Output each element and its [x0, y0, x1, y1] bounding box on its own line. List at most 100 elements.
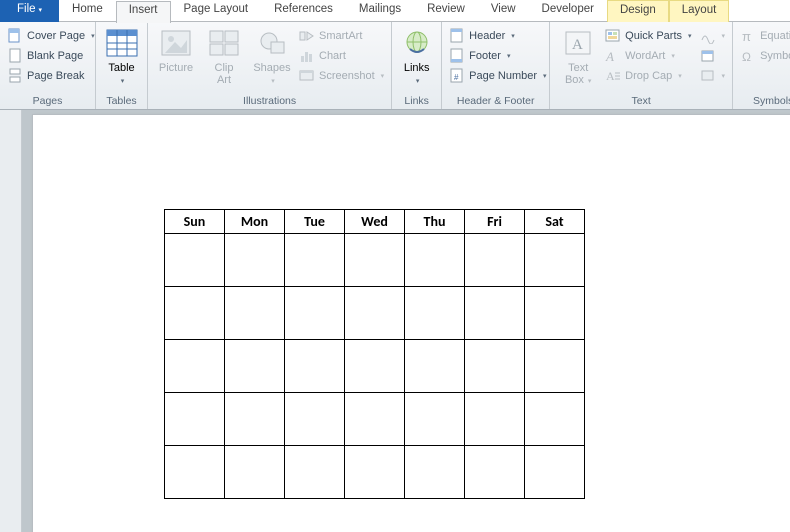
shapes-icon — [255, 26, 289, 60]
tab-design[interactable]: Design — [607, 0, 669, 22]
calendar-cell[interactable] — [165, 340, 225, 393]
calendar-cell[interactable] — [345, 234, 405, 287]
calendar-cell[interactable] — [405, 446, 465, 499]
wordart-button[interactable]: A WordArt▾ — [602, 46, 694, 66]
cover-page-icon — [7, 28, 23, 44]
signature-icon — [700, 28, 716, 44]
footer-button[interactable]: Footer▾ — [446, 46, 549, 66]
calendar-cell[interactable] — [405, 340, 465, 393]
tab-developer[interactable]: Developer — [529, 0, 607, 22]
calendar-cell[interactable] — [285, 340, 345, 393]
links-icon — [400, 26, 434, 60]
calendar-header-cell: Fri — [465, 210, 525, 234]
page-break-button[interactable]: Page Break — [4, 66, 98, 86]
screenshot-button[interactable]: Screenshot▾ — [296, 66, 387, 86]
calendar-cell[interactable] — [225, 340, 285, 393]
calendar-cell[interactable] — [165, 393, 225, 446]
calendar-cell[interactable] — [285, 393, 345, 446]
calendar-cell[interactable] — [225, 234, 285, 287]
calendar-cell[interactable] — [465, 234, 525, 287]
vertical-ruler — [0, 110, 22, 532]
calendar-row — [165, 234, 585, 287]
header-button[interactable]: Header▾ — [446, 26, 549, 46]
table-button[interactable]: Table▾ — [100, 24, 143, 94]
calendar-cell[interactable] — [165, 234, 225, 287]
calendar-cell[interactable] — [405, 393, 465, 446]
tab-layout[interactable]: Layout — [669, 0, 730, 22]
calendar-cell[interactable] — [285, 287, 345, 340]
calendar-cell[interactable] — [345, 446, 405, 499]
calendar-cell[interactable] — [525, 393, 585, 446]
tab-home[interactable]: Home — [59, 0, 116, 22]
pagenumber-icon: # — [449, 68, 465, 84]
calendar-header-cell: Mon — [225, 210, 285, 234]
cover-page-button[interactable]: Cover Page▾ — [4, 26, 98, 46]
calendar-cell[interactable] — [465, 446, 525, 499]
picture-icon — [159, 26, 193, 60]
tab-references[interactable]: References — [261, 0, 346, 22]
pagenumber-button[interactable]: # Page Number▾ — [446, 66, 549, 86]
links-button[interactable]: Links▾ — [396, 24, 437, 94]
page-area[interactable]: SunMonTueWedThuFriSat — [22, 110, 790, 532]
tab-insert[interactable]: Insert — [116, 1, 171, 23]
equation-button[interactable]: π Equation — [737, 26, 790, 46]
document-page[interactable]: SunMonTueWedThuFriSat — [32, 114, 790, 532]
calendar-cell[interactable] — [345, 340, 405, 393]
tab-mailings[interactable]: Mailings — [346, 0, 414, 22]
calendar-table[interactable]: SunMonTueWedThuFriSat — [164, 209, 585, 499]
quickparts-label: Quick Parts — [625, 30, 682, 42]
picture-button[interactable]: Picture — [152, 24, 200, 94]
symbol-button[interactable]: Ω Symbol▾ — [737, 46, 790, 66]
textbox-label: Text Box — [565, 62, 588, 86]
shapes-button[interactable]: Shapes▾ — [248, 24, 296, 94]
calendar-cell[interactable] — [525, 446, 585, 499]
calendar-cell[interactable] — [525, 287, 585, 340]
calendar-cell[interactable] — [405, 234, 465, 287]
tab-review[interactable]: Review — [414, 0, 478, 22]
object-button[interactable]: ▾ — [697, 66, 729, 86]
calendar-cell[interactable] — [465, 340, 525, 393]
textbox-icon: A — [561, 26, 595, 60]
tab-view[interactable]: View — [478, 0, 529, 22]
signature-button[interactable]: ▾ — [697, 26, 729, 46]
group-tables: Table▾ Tables — [96, 22, 148, 109]
calendar-cell[interactable] — [225, 287, 285, 340]
calendar-header-cell: Sun — [165, 210, 225, 234]
dropcap-button[interactable]: A Drop Cap▾ — [602, 66, 694, 86]
smartart-button[interactable]: SmartArt — [296, 26, 387, 46]
tab-file[interactable]: File▾ — [0, 0, 59, 22]
calendar-cell[interactable] — [225, 393, 285, 446]
svg-text:Ω: Ω — [742, 50, 751, 64]
textbox-button[interactable]: A Text Box ▾ — [554, 24, 602, 94]
calendar-row — [165, 393, 585, 446]
quickparts-button[interactable]: Quick Parts▾ — [602, 26, 694, 46]
calendar-cell[interactable] — [345, 287, 405, 340]
calendar-cell[interactable] — [405, 287, 465, 340]
calendar-header-cell: Wed — [345, 210, 405, 234]
calendar-cell[interactable] — [285, 234, 345, 287]
calendar-cell[interactable] — [225, 446, 285, 499]
calendar-cell[interactable] — [465, 287, 525, 340]
calendar-cell[interactable] — [525, 234, 585, 287]
calendar-row — [165, 446, 585, 499]
group-links: Links▾ Links — [392, 22, 442, 109]
calendar-cell[interactable] — [165, 287, 225, 340]
pagenumber-label: Page Number — [469, 70, 537, 82]
tab-pagelayout[interactable]: Page Layout — [171, 0, 262, 22]
calendar-cell[interactable] — [525, 340, 585, 393]
smartart-icon — [299, 28, 315, 44]
blank-page-button[interactable]: Blank Page — [4, 46, 98, 66]
calendar-cell[interactable] — [465, 393, 525, 446]
calendar-header-cell: Sat — [525, 210, 585, 234]
calendar-cell[interactable] — [285, 446, 345, 499]
calendar-header-cell: Tue — [285, 210, 345, 234]
blank-page-icon — [7, 48, 23, 64]
chart-button[interactable]: Chart — [296, 46, 387, 66]
wordart-icon: A — [605, 48, 621, 64]
datetime-button[interactable] — [697, 46, 729, 66]
clipart-button[interactable]: Clip Art — [200, 24, 248, 94]
calendar-cell[interactable] — [165, 446, 225, 499]
header-label: Header — [469, 30, 505, 42]
symbol-label: Symbol — [760, 50, 790, 62]
calendar-cell[interactable] — [345, 393, 405, 446]
